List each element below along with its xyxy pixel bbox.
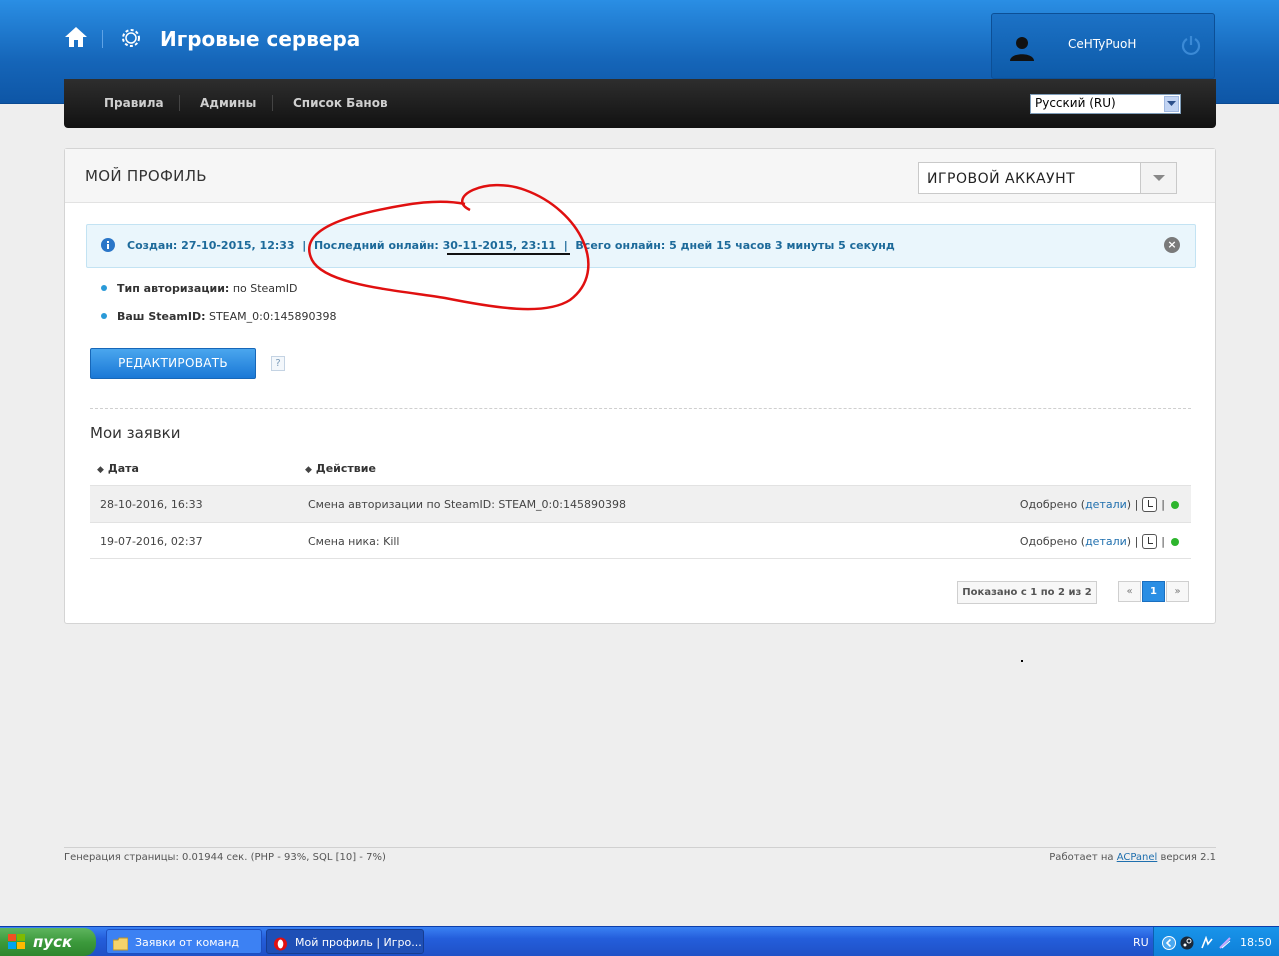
status-text: Одобрено — [1019, 498, 1078, 511]
opera-icon — [273, 935, 288, 951]
username[interactable]: CeHTyPuoH — [1068, 37, 1136, 51]
online-info-text: Создан: 27-10-2015, 12:33 | Последний он… — [127, 239, 895, 252]
steam-icon[interactable] — [1180, 935, 1194, 950]
page-generation-info: Генерация страницы: 0.01944 сек. (PHP - … — [64, 852, 386, 863]
auth-type-item: Тип авторизации: по SteamID — [101, 282, 297, 295]
row-date: 28-10-2016, 16:33 — [100, 498, 203, 511]
created-value: 27-10-2015, 12:33 — [181, 239, 295, 252]
row-action: Смена ника: Kill — [308, 535, 400, 548]
row-status: Одобрено (детали) | | — [1020, 534, 1179, 549]
profile-panel: МОЙ ПРОФИЛЬ ИГРОВОЙ АККАУНТ Создан: 27-1… — [64, 148, 1216, 624]
nav-separator — [272, 95, 273, 111]
logout-power-icon[interactable] — [1180, 34, 1202, 56]
table-row: 28-10-2016, 16:33 Смена авторизации по S… — [90, 485, 1191, 522]
table-row: 19-07-2016, 02:37 Смена ника: Kill Одобр… — [90, 522, 1191, 559]
status-dot-icon — [1171, 500, 1179, 509]
account-type-value: ИГРОВОЙ АККАУНТ — [927, 171, 1076, 187]
footer-divider — [64, 847, 1216, 848]
steamid-item: Ваш SteamID: STEAM_0:0:145890398 — [101, 310, 337, 323]
steamid-value: STEAM_0:0:145890398 — [208, 310, 337, 323]
header-separator — [102, 30, 103, 48]
help-icon[interactable]: ? — [271, 356, 285, 371]
row-action: Смена авторизации по SteamID: STEAM_0:0:… — [308, 498, 626, 511]
taskbar-item-folder[interactable]: Заявки от команд — [106, 929, 262, 954]
pagination-prev[interactable]: « — [1118, 581, 1141, 602]
gear-icon — [118, 25, 144, 51]
pen-icon[interactable] — [1218, 935, 1232, 949]
last-online-value: 30-11-2015, 23:11 — [442, 239, 557, 252]
page-title: МОЙ ПРОФИЛЬ — [85, 167, 207, 185]
language-select[interactable]: Русский (RU) — [1030, 94, 1181, 114]
total-online-value: 5 дней 15 часов 3 минуты 5 секунд — [669, 239, 895, 252]
taskbar-clock: 18:50 — [1240, 936, 1272, 949]
details-link[interactable]: детали — [1085, 498, 1127, 511]
home-icon[interactable] — [64, 25, 88, 49]
column-header-action[interactable]: ◆ Действие — [305, 462, 376, 475]
keyboard-language[interactable]: RU — [1133, 936, 1149, 949]
taskbar-item-label: Заявки от команд — [135, 936, 240, 949]
panel-header: МОЙ ПРОФИЛЬ ИГРОВОЙ АККАУНТ — [65, 149, 1215, 203]
powered-by: Работает на ACPanel версия 2.1 — [1049, 852, 1216, 863]
tray-expand-icon[interactable] — [1162, 935, 1176, 950]
created-label: Создан: — [127, 239, 178, 252]
edit-button[interactable]: РЕДАКТИРОВАТЬ — [90, 348, 256, 379]
user-avatar-icon — [1008, 34, 1036, 62]
column-header-date[interactable]: ◆ Дата — [97, 462, 139, 475]
bullet-icon — [101, 313, 107, 319]
steamid-label: Ваш SteamID: — [117, 310, 206, 323]
sort-icon: ◆ — [305, 465, 312, 475]
nav-item-admins[interactable]: Админы — [200, 96, 256, 110]
site-title: Игровые сервера — [160, 27, 361, 51]
auth-type-label: Тип авторизации: — [117, 282, 230, 295]
start-label: пуск — [33, 933, 73, 951]
folder-icon — [112, 935, 129, 951]
main-navbar: Правила Админы Список Банов Русский (RU) — [64, 79, 1216, 128]
bullet-icon — [101, 285, 107, 291]
taskbar-item-browser[interactable]: Мой профиль | Игро... — [266, 929, 424, 954]
close-icon[interactable]: × — [1164, 237, 1180, 253]
chevron-down-icon[interactable] — [1164, 96, 1179, 112]
account-type-select[interactable]: ИГРОВОЙ АККАУНТ — [918, 162, 1177, 194]
chevron-down-icon[interactable] — [1140, 163, 1176, 193]
row-date: 19-07-2016, 02:37 — [100, 535, 203, 548]
online-info-alert: Создан: 27-10-2015, 12:33 | Последний он… — [86, 224, 1196, 268]
sort-icon: ◆ — [97, 465, 104, 475]
language-select-value: Русский (RU) — [1035, 96, 1116, 110]
nav-item-rules[interactable]: Правила — [104, 96, 164, 110]
status-dot-icon — [1171, 537, 1179, 546]
details-link[interactable]: детали — [1085, 535, 1127, 548]
status-text: Одобрено — [1019, 535, 1078, 548]
pagination-next[interactable]: » — [1166, 581, 1189, 602]
info-icon — [101, 237, 115, 252]
system-tray: 18:50 — [1153, 927, 1279, 956]
pagination-page-1[interactable]: 1 — [1142, 581, 1165, 602]
last-online-label: Последний онлайн: — [313, 239, 439, 252]
auth-type-value: по SteamID — [232, 282, 298, 295]
history-icon[interactable] — [1142, 534, 1158, 549]
pagination-info: Показано с 1 по 2 из 2 — [957, 581, 1097, 604]
total-online-label: Всего онлайн: — [575, 239, 666, 252]
start-button[interactable]: пуск — [0, 928, 96, 956]
network-icon[interactable] — [1200, 935, 1214, 949]
nav-item-banlist[interactable]: Список Банов — [293, 96, 388, 110]
nav-separator — [179, 95, 180, 111]
stray-dot — [1021, 660, 1023, 662]
section-divider — [90, 408, 1191, 409]
taskbar-item-label: Мой профиль | Игро... — [295, 936, 422, 949]
history-icon[interactable] — [1142, 497, 1158, 512]
user-panel: CeHTyPuoH — [991, 13, 1215, 79]
acpanel-link[interactable]: ACPanel — [1117, 852, 1158, 863]
row-status: Одобрено (детали) | | — [1020, 497, 1179, 512]
requests-title: Мои заявки — [90, 424, 181, 442]
windows-taskbar: пуск Заявки от команд Мой профиль | Игро… — [0, 926, 1279, 956]
windows-flag-icon — [8, 934, 26, 950]
